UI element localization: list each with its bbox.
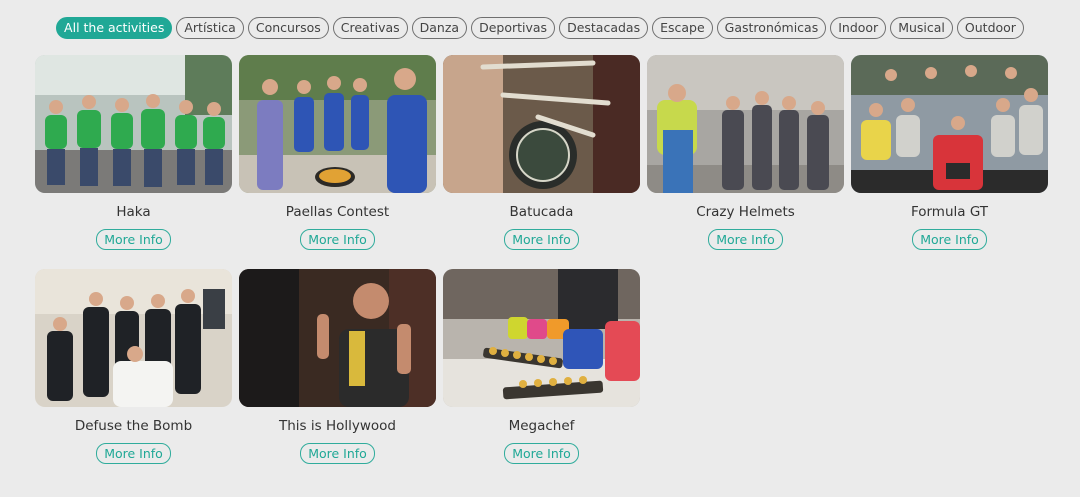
- activity-card: Defuse the Bomb More Info: [35, 269, 232, 483]
- food-tray-photo[interactable]: [443, 269, 640, 407]
- activity-card: Megachef More Info: [443, 269, 640, 483]
- hollywood-actor-photo[interactable]: [239, 269, 436, 407]
- formula-car-group-photo[interactable]: [851, 55, 1048, 193]
- filter-chip-danza[interactable]: Danza: [411, 17, 468, 39]
- filter-chip-gastronomicas[interactable]: Gastronómicas: [716, 17, 827, 39]
- activity-card: Haka More Info: [35, 55, 232, 269]
- activity-title: Paellas Contest: [285, 204, 390, 220]
- activity-card: Crazy Helmets More Info: [647, 55, 844, 269]
- activity-card: This is Hollywood More Info: [239, 269, 436, 483]
- agents-team-photo[interactable]: [35, 269, 232, 407]
- more-info-button[interactable]: More Info: [504, 443, 579, 464]
- activity-title: This is Hollywood: [279, 418, 396, 434]
- more-info-button[interactable]: More Info: [96, 229, 171, 250]
- crowd-street-photo[interactable]: [647, 55, 844, 193]
- activity-card: Batucada More Info: [443, 55, 640, 269]
- drum-batucada-photo[interactable]: [443, 55, 640, 193]
- more-info-button[interactable]: More Info: [708, 229, 783, 250]
- activity-card: Paellas Contest More Info: [239, 55, 436, 269]
- activity-title: Crazy Helmets: [696, 204, 795, 220]
- more-info-button[interactable]: More Info: [504, 229, 579, 250]
- more-info-button[interactable]: More Info: [96, 443, 171, 464]
- filter-chip-musical[interactable]: Musical: [890, 17, 953, 39]
- activity-title: Defuse the Bomb: [74, 418, 193, 434]
- activity-title: Formula GT: [910, 204, 989, 220]
- more-info-button[interactable]: More Info: [912, 229, 987, 250]
- filter-chip-indoor[interactable]: Indoor: [830, 17, 887, 39]
- activity-card: Formula GT More Info: [851, 55, 1048, 269]
- team-green-shirts-photo[interactable]: [35, 55, 232, 193]
- activities-grid: Haka More Info Paellas Contest More Info…: [35, 55, 1048, 483]
- filter-chip-destacadas[interactable]: Destacadas: [559, 17, 649, 39]
- filter-chip-all[interactable]: All the activities: [56, 17, 173, 39]
- activity-title: Haka: [116, 204, 151, 220]
- filter-chip-deportivas[interactable]: Deportivas: [471, 17, 556, 39]
- activity-title: Megachef: [508, 418, 575, 434]
- activity-title: Batucada: [509, 204, 574, 220]
- category-filter-bar: All the activities Artística Concursos C…: [0, 17, 1080, 39]
- filter-chip-outdoor[interactable]: Outdoor: [956, 17, 1024, 39]
- more-info-button[interactable]: More Info: [300, 229, 375, 250]
- filter-chip-artistica[interactable]: Artística: [176, 17, 244, 39]
- filter-chip-concursos[interactable]: Concursos: [247, 17, 329, 39]
- paella-cooking-photo[interactable]: [239, 55, 436, 193]
- filter-chip-escape[interactable]: Escape: [652, 17, 713, 39]
- more-info-button[interactable]: More Info: [300, 443, 375, 464]
- filter-chip-creativas[interactable]: Creativas: [332, 17, 408, 39]
